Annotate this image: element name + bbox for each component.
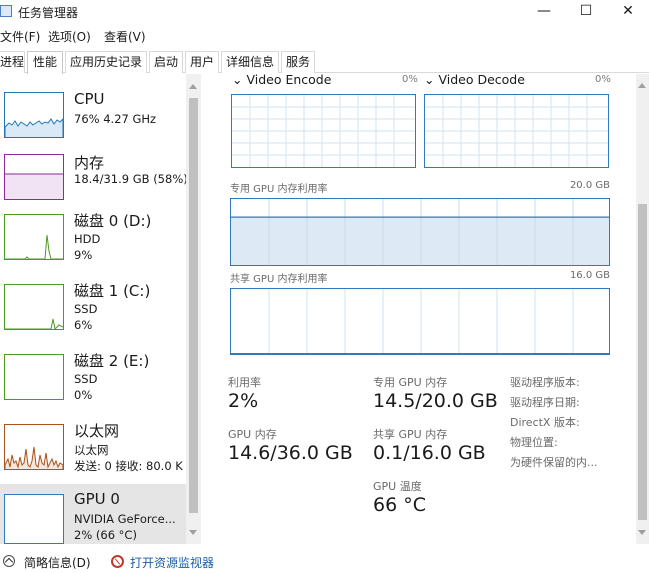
shared-memory-graph	[230, 288, 610, 355]
disk-0-thumbnail	[4, 214, 64, 260]
resource-item-cpu[interactable]: CPU 76% 4.27 GHz	[0, 84, 186, 154]
resource-name: 磁盘 0 (D:)	[74, 212, 152, 230]
utilization-label: 利用率	[228, 376, 261, 389]
detail-scrollbar[interactable]	[636, 74, 649, 544]
resource-type: HDD	[74, 232, 101, 246]
menu-options[interactable]: 选项(O)	[48, 28, 91, 45]
disk-2-thumbnail	[4, 354, 64, 400]
scrollbar-thumb[interactable]	[189, 98, 198, 513]
resource-name: GPU 0	[74, 490, 120, 508]
resource-detail: 18.4/31.9 GB (58%)	[74, 172, 188, 186]
menu-view[interactable]: 查看(V)	[104, 28, 146, 45]
resource-item-disk-0[interactable]: 磁盘 0 (D:) HDD 9%	[0, 212, 186, 284]
open-resource-monitor-link[interactable]: 打开资源监视器	[130, 554, 214, 571]
tab-services[interactable]: 服务	[281, 51, 315, 73]
maximize-button[interactable]: ☐	[564, 0, 608, 24]
tab-performance[interactable]: 性能	[27, 51, 63, 74]
shared-gpu-memory-label: 共享 GPU 内存	[373, 428, 448, 441]
footer-bar: 简略信息(D) 打开资源监视器	[0, 548, 649, 573]
video-encode-graph	[231, 94, 416, 168]
resource-model: NVIDIA GeForce...	[74, 512, 176, 526]
resource-item-disk-1[interactable]: 磁盘 1 (C:) SSD 6%	[0, 282, 186, 354]
resource-name: 内存	[74, 154, 105, 172]
fewer-details-button[interactable]: 简略信息(D)	[24, 554, 91, 571]
menu-file[interactable]: 文件(F)	[0, 28, 40, 45]
hardware-reserved-label: 为硬件保留的内...	[510, 456, 598, 469]
close-button[interactable]: ✕	[606, 0, 649, 24]
resource-throughput: 发送: 0 接收: 80.0 K	[74, 459, 183, 473]
dedicated-memory-max: 20.0 GB	[569, 180, 610, 191]
resource-name: 磁盘 1 (C:)	[74, 282, 151, 300]
chevron-down-icon[interactable]: ⌄	[232, 74, 246, 87]
tab-bar: 进程 性能 应用历史记录 启动 用户 详细信息 服务	[0, 51, 649, 74]
title-bar: 任务管理器 — ☐ ✕	[0, 0, 649, 24]
task-manager-icon	[0, 5, 12, 17]
video-decode-percent: 0%	[595, 74, 611, 85]
gpu-memory-label: GPU 内存	[228, 428, 277, 441]
ethernet-thumbnail	[4, 424, 64, 470]
directx-version-label: DirectX 版本:	[510, 416, 580, 429]
video-encode-label: ⌄ Video Encode	[232, 74, 332, 87]
tab-users[interactable]: 用户	[185, 51, 219, 73]
resource-type: SSD	[74, 302, 98, 316]
gpu-detail-panel: ⌄ Video Encode 0% ⌄ Video Decode 0% 专用 G…	[202, 74, 636, 544]
resource-adapter: 以太网	[74, 443, 109, 457]
dedicated-gpu-memory-value: 14.5/20.0 GB	[373, 390, 498, 412]
resource-usage: 2% (66 °C)	[74, 528, 137, 542]
resource-detail: 76% 4.27 GHz	[74, 112, 157, 126]
resource-name: 以太网	[74, 422, 120, 440]
driver-date-label: 驱动程序日期:	[510, 396, 580, 409]
resource-usage: 0%	[74, 388, 93, 402]
scroll-down-icon[interactable]	[638, 530, 646, 535]
tab-processes[interactable]: 进程	[0, 51, 25, 73]
sidebar-scrollbar[interactable]	[186, 74, 201, 544]
video-decode-graph	[424, 94, 609, 168]
gpu-memory-value: 14.6/36.0 GB	[228, 442, 353, 464]
resource-type: SSD	[74, 372, 98, 386]
physical-location-label: 物理位置:	[510, 436, 558, 449]
chevron-up-icon[interactable]	[3, 555, 15, 567]
disk-1-thumbnail	[4, 284, 64, 330]
gpu-temperature-label: GPU 温度	[373, 480, 422, 493]
window-title: 任务管理器	[18, 6, 79, 20]
dedicated-memory-graph	[230, 198, 610, 266]
resource-list: CPU 76% 4.27 GHz 内存 18.4/31.9 GB (58%) 磁…	[0, 74, 201, 544]
video-decode-label: ⌄ Video Decode	[424, 74, 525, 87]
tab-app-history[interactable]: 应用历史记录	[65, 51, 147, 73]
shared-memory-max: 16.0 GB	[569, 270, 610, 281]
scroll-up-icon[interactable]	[189, 84, 197, 89]
shared-memory-label: 共享 GPU 内存利用率	[230, 274, 328, 285]
scroll-up-icon[interactable]	[638, 83, 646, 88]
driver-version-label: 驱动程序版本:	[510, 376, 580, 389]
gpu-0-thumbnail	[4, 494, 64, 544]
shared-gpu-memory-value: 0.1/16.0 GB	[373, 442, 486, 464]
cpu-thumbnail	[4, 92, 64, 138]
resource-item-disk-2[interactable]: 磁盘 2 (E:) SSD 0%	[0, 352, 186, 424]
resource-name: CPU	[74, 90, 105, 108]
dedicated-gpu-memory-label: 专用 GPU 内存	[373, 376, 448, 389]
utilization-value: 2%	[228, 390, 259, 412]
resource-item-gpu-0[interactable]: GPU 0 NVIDIA GeForce... 2% (66 °C)	[0, 484, 186, 544]
tab-details[interactable]: 详细信息	[221, 51, 279, 73]
minimize-button[interactable]: —	[522, 0, 566, 24]
resource-monitor-icon[interactable]	[111, 555, 124, 568]
chevron-down-icon[interactable]: ⌄	[424, 74, 438, 87]
gpu-temperature-value: 66 °C	[373, 494, 426, 516]
memory-thumbnail	[4, 154, 64, 200]
dedicated-memory-label: 专用 GPU 内存利用率	[230, 184, 328, 195]
scroll-down-icon[interactable]	[189, 530, 197, 535]
resource-name: 磁盘 2 (E:)	[74, 352, 150, 370]
resource-usage: 9%	[74, 248, 93, 262]
resource-usage: 6%	[74, 318, 93, 332]
scrollbar-thumb[interactable]	[638, 204, 647, 520]
video-encode-percent: 0%	[402, 74, 418, 85]
tab-startup[interactable]: 启动	[149, 51, 183, 73]
